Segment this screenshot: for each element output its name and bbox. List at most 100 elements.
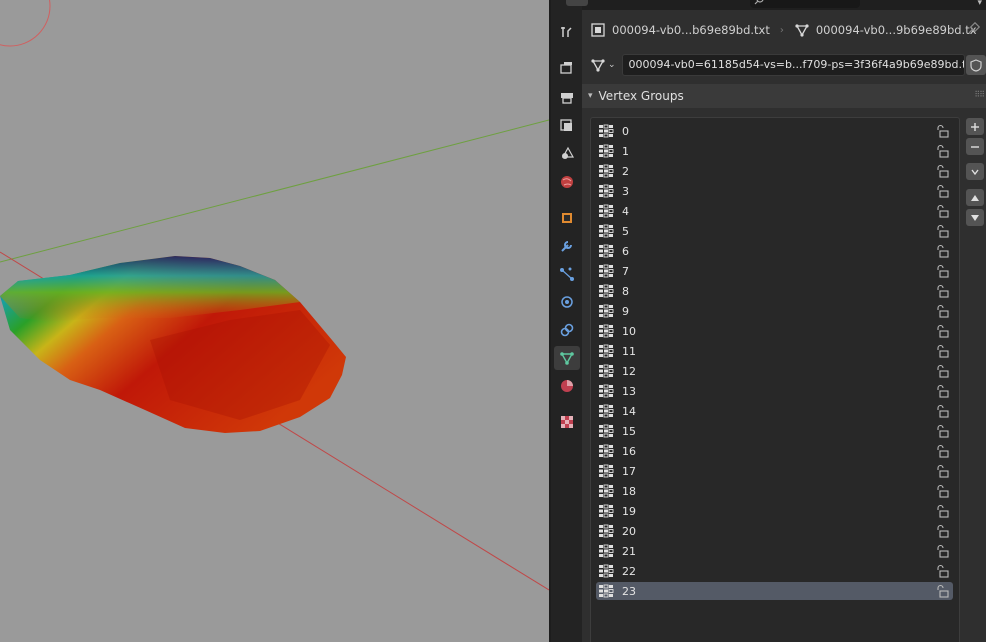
vertex-group-name[interactable]: 11 bbox=[622, 345, 935, 358]
vertex-group-row[interactable]: 3 bbox=[596, 182, 953, 200]
vertex-group-name[interactable]: 15 bbox=[622, 425, 935, 438]
unlock-icon[interactable] bbox=[935, 324, 949, 338]
vertex-group-name[interactable]: 2 bbox=[622, 165, 935, 178]
fake-user-button[interactable] bbox=[966, 55, 986, 75]
vertex-group-row[interactable]: 12 bbox=[596, 362, 953, 380]
unlock-icon[interactable] bbox=[935, 584, 949, 598]
unlock-icon[interactable] bbox=[935, 224, 949, 238]
vertex-group-name[interactable]: 17 bbox=[622, 465, 935, 478]
tab-modifier[interactable] bbox=[554, 234, 580, 258]
vertex-group-name[interactable]: 13 bbox=[622, 385, 935, 398]
vertex-group-row[interactable]: 1 bbox=[596, 142, 953, 160]
vertex-group-row[interactable]: 22 bbox=[596, 562, 953, 580]
tab-view-layer[interactable] bbox=[554, 114, 580, 138]
move-down-button[interactable] bbox=[966, 209, 984, 226]
tab-mesh-data[interactable] bbox=[554, 346, 580, 370]
3d-viewport[interactable] bbox=[0, 0, 549, 642]
vertex-group-row[interactable]: 18 bbox=[596, 482, 953, 500]
vertex-group-row[interactable]: 23 bbox=[596, 582, 953, 600]
unlock-icon[interactable] bbox=[935, 444, 949, 458]
tab-render[interactable] bbox=[554, 56, 580, 80]
vertex-group-name[interactable]: 16 bbox=[622, 445, 935, 458]
pin-icon[interactable] bbox=[966, 21, 981, 39]
vertex-group-row[interactable]: 15 bbox=[596, 422, 953, 440]
vertex-group-name[interactable]: 0 bbox=[622, 125, 935, 138]
mesh-name-field[interactable]: 000094-vb0=61185d54-vs=b...f709-ps=3f36f… bbox=[621, 54, 965, 76]
search-input[interactable] bbox=[750, 0, 860, 8]
vertex-group-row[interactable]: 13 bbox=[596, 382, 953, 400]
vertex-group-row[interactable]: 6 bbox=[596, 242, 953, 260]
unlock-icon[interactable] bbox=[935, 384, 949, 398]
vertex-group-name[interactable]: 18 bbox=[622, 485, 935, 498]
unlock-icon[interactable] bbox=[935, 344, 949, 358]
tab-object[interactable] bbox=[554, 206, 580, 230]
unlock-icon[interactable] bbox=[935, 504, 949, 518]
vertex-group-row[interactable]: 19 bbox=[596, 502, 953, 520]
mesh-object[interactable] bbox=[0, 256, 346, 433]
unlock-icon[interactable] bbox=[935, 284, 949, 298]
drag-handle-icon[interactable]: ⠿⠿ bbox=[974, 90, 985, 99]
vertex-group-name[interactable]: 14 bbox=[622, 405, 935, 418]
vertex-group-name[interactable]: 6 bbox=[622, 245, 935, 258]
vertex-group-name[interactable]: 22 bbox=[622, 565, 935, 578]
unlock-icon[interactable] bbox=[935, 264, 949, 278]
vertex-group-row[interactable]: 10 bbox=[596, 322, 953, 340]
unlock-icon[interactable] bbox=[935, 404, 949, 418]
vertex-group-name[interactable]: 3 bbox=[622, 185, 935, 198]
vertex-group-row[interactable]: 11 bbox=[596, 342, 953, 360]
add-vertex-group-button[interactable] bbox=[966, 118, 984, 135]
unlock-icon[interactable] bbox=[935, 144, 949, 158]
vertex-group-name[interactable]: 7 bbox=[622, 265, 935, 278]
unlock-icon[interactable] bbox=[935, 304, 949, 318]
editor-type-button[interactable] bbox=[566, 0, 588, 6]
tab-output[interactable] bbox=[554, 86, 580, 110]
unlock-icon[interactable] bbox=[935, 484, 949, 498]
unlock-icon[interactable] bbox=[935, 124, 949, 138]
vertex-group-name[interactable]: 5 bbox=[622, 225, 935, 238]
vertex-group-row[interactable]: 4 bbox=[596, 202, 953, 220]
move-up-button[interactable] bbox=[966, 189, 984, 206]
vertex-group-name[interactable]: 20 bbox=[622, 525, 935, 538]
vertex-group-row[interactable]: 14 bbox=[596, 402, 953, 420]
unlock-icon[interactable] bbox=[935, 564, 949, 578]
vertex-group-row[interactable]: 5 bbox=[596, 222, 953, 240]
vertex-group-row[interactable]: 16 bbox=[596, 442, 953, 460]
remove-vertex-group-button[interactable] bbox=[966, 138, 984, 155]
unlock-icon[interactable] bbox=[935, 204, 949, 218]
vertex-group-name[interactable]: 4 bbox=[622, 205, 935, 218]
vertex-group-row[interactable]: 0 bbox=[596, 122, 953, 140]
vertex-group-name[interactable]: 23 bbox=[622, 585, 935, 598]
unlock-icon[interactable] bbox=[935, 364, 949, 378]
unlock-icon[interactable] bbox=[935, 184, 949, 198]
tab-world[interactable] bbox=[554, 170, 580, 194]
tab-tool[interactable] bbox=[554, 20, 580, 44]
vertex-group-row[interactable]: 21 bbox=[596, 542, 953, 560]
vertex-group-name[interactable]: 12 bbox=[622, 365, 935, 378]
vertex-group-specials-button[interactable] bbox=[966, 163, 984, 180]
unlock-icon[interactable] bbox=[935, 544, 949, 558]
unlock-icon[interactable] bbox=[935, 524, 949, 538]
vertex-group-row[interactable]: 20 bbox=[596, 522, 953, 540]
tab-particles[interactable] bbox=[554, 262, 580, 286]
vertex-group-row[interactable]: 8 bbox=[596, 282, 953, 300]
options-dropdown-icon[interactable]: ▾ bbox=[977, 0, 982, 8]
vertex-group-list[interactable]: 0 1 2 3 4 5 6 7 8 9 10 11 12 13 14 15 16 17 18 19 20 21 22 23 bbox=[590, 117, 960, 642]
vertex-groups-panel-header[interactable]: ▾ Vertex Groups ⠿⠿ bbox=[582, 84, 986, 108]
tab-physics[interactable] bbox=[554, 290, 580, 314]
vertex-group-name[interactable]: 10 bbox=[622, 325, 935, 338]
tab-material[interactable] bbox=[554, 374, 580, 398]
vertex-group-row[interactable]: 9 bbox=[596, 302, 953, 320]
vertex-group-row[interactable]: 7 bbox=[596, 262, 953, 280]
vertex-group-name[interactable]: 9 bbox=[622, 305, 935, 318]
vertex-group-row[interactable]: 17 bbox=[596, 462, 953, 480]
tab-texture[interactable] bbox=[554, 410, 580, 434]
vertex-group-name[interactable]: 1 bbox=[622, 145, 935, 158]
browse-mesh-button[interactable]: ⌄ bbox=[590, 57, 616, 73]
unlock-icon[interactable] bbox=[935, 424, 949, 438]
vertex-group-row[interactable]: 2 bbox=[596, 162, 953, 180]
unlock-icon[interactable] bbox=[935, 244, 949, 258]
unlock-icon[interactable] bbox=[935, 464, 949, 478]
vertex-group-name[interactable]: 21 bbox=[622, 545, 935, 558]
tab-constraints[interactable] bbox=[554, 318, 580, 342]
vertex-group-name[interactable]: 8 bbox=[622, 285, 935, 298]
